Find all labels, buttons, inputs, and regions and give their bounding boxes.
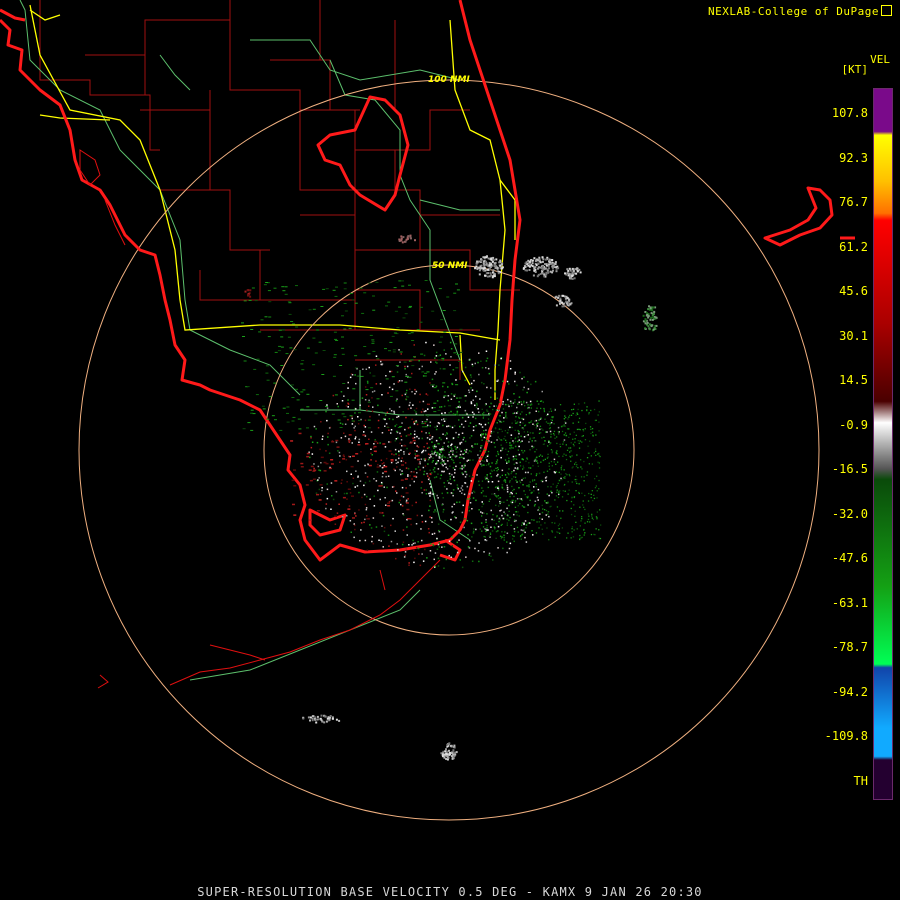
legend-tick: -16.5 <box>831 462 868 476</box>
range-rings <box>78 79 820 821</box>
legend-tick: 92.3 <box>839 150 868 165</box>
product-caption: SUPER-RESOLUTION BASE VELOCITY 0.5 DEG -… <box>197 885 703 899</box>
range-ring-100nmi <box>78 79 820 821</box>
radar-map: 100 NMI 50 NMI <box>0 0 855 821</box>
range-label-50nmi: 50 NMI <box>432 261 468 271</box>
legend-tick: 14.5 <box>839 373 868 387</box>
florida-keys <box>79 149 441 689</box>
legend-tick: 107.8 <box>831 106 868 120</box>
legend-tick: -78.7 <box>831 640 868 654</box>
state-boundaries <box>19 0 500 681</box>
velocity-colorbar <box>873 88 893 800</box>
legend-product-code: VEL <box>870 53 890 66</box>
legend-tick: 61.2 <box>839 239 868 254</box>
legend-tick: -109.8 <box>824 729 868 743</box>
highways <box>29 4 516 400</box>
legend-tick: TH <box>853 773 868 788</box>
legend-tick: -0.9 <box>839 417 868 432</box>
range-label-100nmi: 100 NMI <box>428 75 470 85</box>
legend-tick: 45.6 <box>839 284 868 298</box>
logo-icon <box>881 5 892 16</box>
legend-tick: 30.1 <box>839 328 868 343</box>
county-boundaries <box>39 0 520 380</box>
source-credit-text: NEXLAB-College of DuPage <box>708 5 879 18</box>
legend-tick: -94.2 <box>831 684 868 699</box>
legend-tick: -47.6 <box>831 551 868 565</box>
legend-units: [KT] <box>841 63 869 76</box>
legend-tick: -63.1 <box>831 595 868 610</box>
legend-tick: 76.7 <box>839 195 868 209</box>
source-credit: NEXLAB-College of DuPage <box>708 4 892 18</box>
legend-tick: -32.0 <box>831 506 868 521</box>
